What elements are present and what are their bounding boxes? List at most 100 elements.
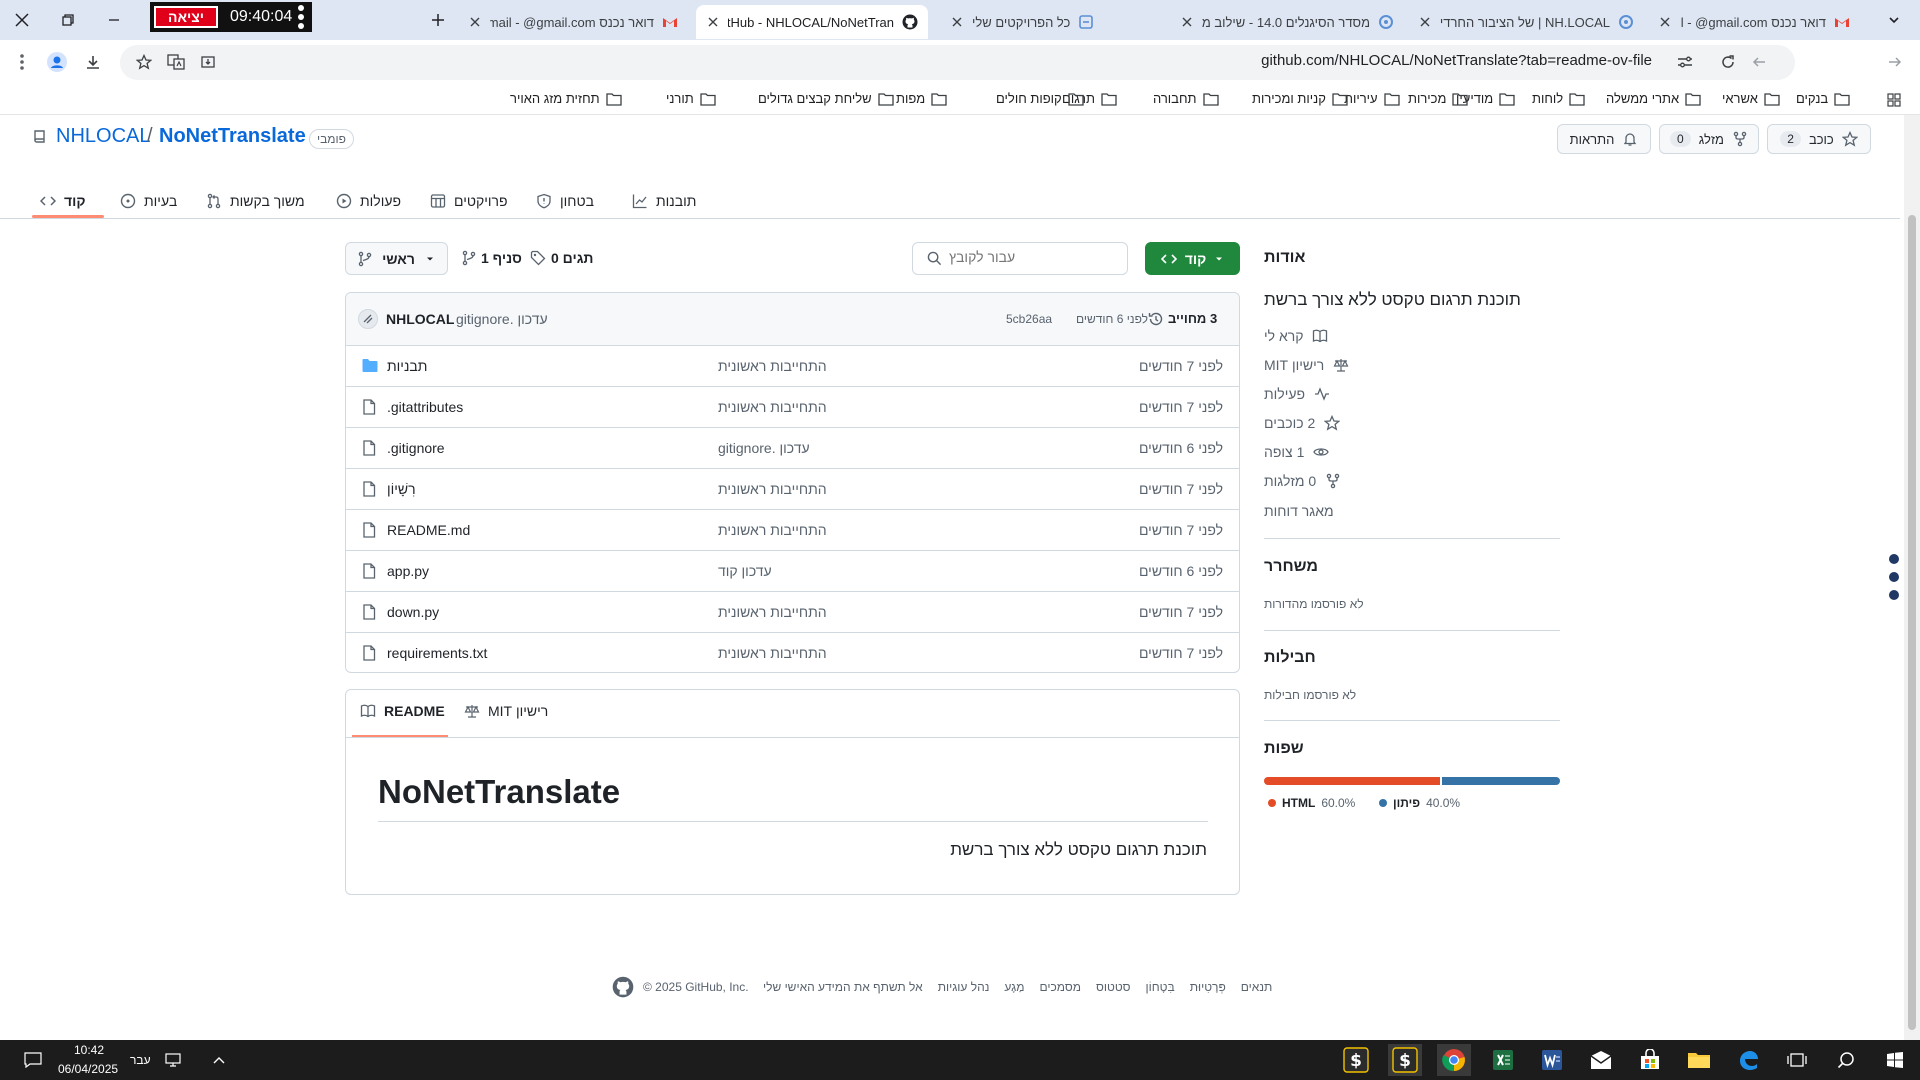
notifications-button[interactable]: התראות <box>1557 124 1651 154</box>
watchers-link[interactable]: 1 צופה <box>1264 444 1330 460</box>
file-commit-message[interactable]: התחייבות ראשונית <box>718 399 827 415</box>
file-commit-message[interactable]: התחייבות ראשונית <box>718 645 827 661</box>
footer-link[interactable]: מַגָע <box>1004 980 1024 994</box>
app-dollar-icon[interactable]: $ <box>1339 1044 1373 1076</box>
bookmark-folder[interactable]: אשראי <box>1722 91 1780 106</box>
start-windows-icon[interactable] <box>1878 1044 1912 1076</box>
tab-pull-requests[interactable]: משוך בקשות <box>206 186 305 216</box>
table-row[interactable]: README.md התחייבות ראשונית לפני 7 חודשים <box>346 509 1239 550</box>
bookmark-star-icon[interactable] <box>132 50 156 74</box>
tab-search-chevron-icon[interactable] <box>1880 8 1908 32</box>
avatar[interactable] <box>358 309 378 329</box>
tab-projects[interactable]: כל הפרויקטים שלי <box>940 5 1166 39</box>
app-dollar-active-icon[interactable]: $ <box>1388 1044 1422 1076</box>
table-row[interactable]: תבניות התחייבות ראשונית לפני 7 חודשים <box>346 345 1239 386</box>
file-commit-message[interactable]: התחייבות ראשונית <box>718 522 827 538</box>
more-options-icon[interactable] <box>1889 554 1899 600</box>
browser-menu-icon[interactable] <box>10 50 34 74</box>
footer-link[interactable]: תנאים <box>1241 980 1273 994</box>
file-name-link[interactable]: .gitignore <box>387 440 445 456</box>
bookmark-folder[interactable]: תורני <box>666 91 716 106</box>
bookmark-folder[interactable]: אתרי ממשלה <box>1606 91 1701 106</box>
close-tab-icon[interactable] <box>950 15 964 29</box>
restore-window-icon[interactable] <box>54 8 82 32</box>
close-window-icon[interactable] <box>8 8 36 32</box>
bookmark-folder[interactable]: קופות חולים <box>996 91 1084 106</box>
tab-signals[interactable]: מסדר הסיגנלים 14.0 - שילוב מו <box>1170 5 1404 39</box>
store-icon[interactable] <box>1633 1044 1667 1076</box>
bookmark-folder[interactable]: בנקים <box>1796 91 1850 106</box>
footer-link[interactable]: נהל עוגיות <box>938 980 990 994</box>
file-commit-message[interactable]: עדכון קוד <box>718 563 772 579</box>
table-row[interactable]: app.py עדכון קוד לפני 6 חודשים <box>346 550 1239 591</box>
branches-link[interactable]: סניף 1 <box>462 250 522 266</box>
taskbar-time[interactable]: 10:42 <box>74 1043 104 1057</box>
taskbar-date[interactable]: 06/04/2025 <box>58 1062 118 1076</box>
bookmark-folder[interactable]: לוחות <box>1532 91 1585 106</box>
table-row[interactable]: .gitignore עדכון .gitignore לפני 6 חודשים <box>346 427 1239 468</box>
tab-readme[interactable]: README <box>360 703 445 719</box>
file-name-link[interactable]: תבניות <box>387 358 427 374</box>
close-tab-icon[interactable] <box>468 15 482 29</box>
commit-message[interactable]: עדכון .gitignore <box>456 311 548 327</box>
tab-nhlocal[interactable]: NH.LOCAL | של הציבור החרדי <box>1408 5 1644 39</box>
back-arrow-icon[interactable] <box>1747 50 1771 74</box>
file-commit-message[interactable]: התחייבות ראשונית <box>718 358 827 374</box>
bookmark-folder[interactable]: מכירות <box>1408 91 1469 106</box>
table-row[interactable]: רִשָׁיוֹן התחייבות ראשונית לפני 7 חודשים <box>346 468 1239 509</box>
commit-author[interactable]: NHLOCAL <box>386 311 454 327</box>
license-link[interactable]: רישיון MIT <box>1264 357 1349 373</box>
repo-name-link[interactable]: NoNetTranslate <box>159 125 306 148</box>
language-python[interactable]: פיתון 40.0% <box>1379 796 1460 810</box>
tags-link[interactable]: תגים 0 <box>530 250 593 266</box>
minimize-window-icon[interactable] <box>100 8 128 32</box>
file-name-link[interactable]: רִשָׁיוֹן <box>387 481 416 497</box>
apps-grid-icon[interactable] <box>1882 88 1906 112</box>
tab-license[interactable]: רישיון MIT <box>464 703 548 719</box>
bookmark-folder[interactable]: מפות <box>896 91 947 106</box>
fork-button[interactable]: מזלג 0 <box>1659 124 1759 154</box>
file-commit-message[interactable]: התחייבות ראשונית <box>718 604 827 620</box>
commit-hash[interactable]: 5cb26aa <box>1006 312 1052 326</box>
file-explorer-icon[interactable] <box>1682 1044 1716 1076</box>
page-scrollbar[interactable] <box>1904 115 1920 1040</box>
github-logo-icon[interactable] <box>612 976 634 998</box>
tab-issues[interactable]: בעיות <box>120 186 177 216</box>
releases-heading[interactable]: משחרר <box>1264 558 1318 576</box>
file-commit-message[interactable]: התחייבות ראשונית <box>718 481 827 497</box>
widget-menu-icon[interactable] <box>296 3 306 31</box>
go-to-file-input[interactable] <box>949 249 1049 265</box>
tab-actions[interactable]: פעולות <box>336 186 401 216</box>
site-settings-icon[interactable] <box>1673 50 1697 74</box>
excel-icon[interactable] <box>1486 1044 1520 1076</box>
profile-avatar-icon[interactable] <box>45 50 69 74</box>
footer-link[interactable]: אל תשתף את המידע האישי שלי <box>763 980 923 994</box>
download-icon[interactable] <box>81 50 105 74</box>
reload-icon[interactable] <box>1716 50 1740 74</box>
file-name-link[interactable]: .gitattributes <box>387 399 463 415</box>
tray-chevron-up-icon[interactable] <box>202 1044 236 1076</box>
footer-link[interactable]: בִּטָחוֹן <box>1146 980 1175 994</box>
tab-gmail-1[interactable]: דואר נכנס Gmail - @gmail.com <box>1648 5 1860 39</box>
file-name-link[interactable]: requirements.txt <box>387 645 487 661</box>
search-icon[interactable] <box>1829 1044 1863 1076</box>
file-name-link[interactable]: app.py <box>387 563 429 579</box>
notification-center-icon[interactable] <box>16 1044 50 1076</box>
file-name-link[interactable]: README.md <box>387 522 470 538</box>
close-tab-icon[interactable] <box>1658 15 1672 29</box>
network-icon[interactable] <box>156 1044 190 1076</box>
address-bar[interactable]: github.com/NHLOCAL/NoNetTranslate?tab=re… <box>120 45 1795 80</box>
tab-gmail-2[interactable]: דואר נכנס Gmail - @gmail.com <box>458 5 688 39</box>
translate-icon[interactable] <box>164 50 188 74</box>
readme-link[interactable]: קרא לי <box>1264 328 1328 344</box>
bookmark-folder[interactable]: שליחת קבצים גדולים <box>758 91 894 106</box>
branch-selector[interactable]: ראשי <box>345 242 448 275</box>
bookmark-folder[interactable]: עיריות <box>1344 91 1400 106</box>
exit-button[interactable]: יציאה <box>154 6 218 28</box>
go-to-file-search[interactable] <box>912 242 1128 275</box>
close-tab-icon[interactable] <box>1180 15 1194 29</box>
close-tab-icon[interactable] <box>706 15 720 29</box>
table-row[interactable]: requirements.txt התחייבות ראשונית לפני 7 ח… <box>346 632 1239 673</box>
footer-link[interactable]: סטטוס <box>1096 980 1131 994</box>
report-repo-link[interactable]: מאגר דוחות <box>1264 503 1334 519</box>
